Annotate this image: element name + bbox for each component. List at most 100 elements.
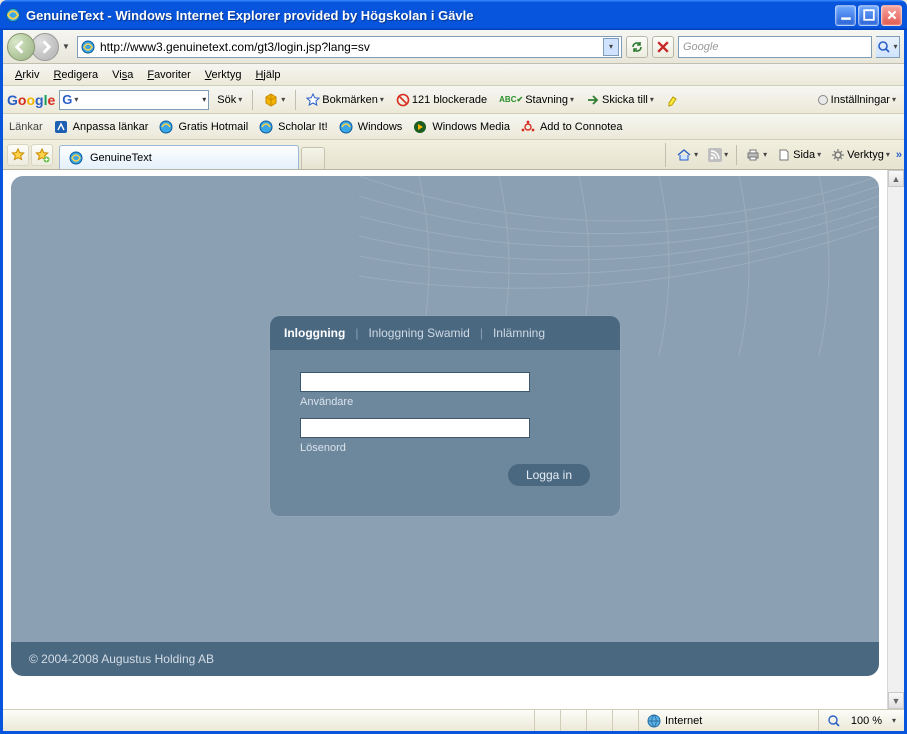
google-logo: Google bbox=[7, 92, 55, 108]
tab-bar: GenuineText ▾ ▾ ▾ Sida▾ Verktyg▾ » bbox=[3, 140, 904, 170]
login-button[interactable]: Logga in bbox=[508, 464, 590, 486]
status-message bbox=[3, 710, 534, 731]
page-menu-button[interactable]: Sida▾ bbox=[773, 144, 825, 166]
circle-icon bbox=[817, 94, 829, 106]
login-tab-inlamning[interactable]: Inlämning bbox=[493, 326, 545, 340]
rss-icon bbox=[708, 148, 722, 162]
menu-verktyg[interactable]: Verktyg bbox=[199, 67, 248, 83]
globe-icon bbox=[647, 714, 661, 728]
browser-tab[interactable]: GenuineText bbox=[59, 145, 299, 169]
favicon-icon bbox=[53, 119, 69, 135]
address-bar[interactable]: ▾ bbox=[77, 36, 622, 58]
login-tab-inloggning[interactable]: Inloggning bbox=[284, 326, 345, 340]
zoom-icon bbox=[827, 714, 841, 728]
address-dropdown[interactable]: ▾ bbox=[603, 38, 619, 56]
back-button[interactable] bbox=[7, 33, 35, 61]
gear-icon bbox=[831, 148, 845, 162]
printer-icon bbox=[745, 147, 761, 163]
google-popup-blocker-button[interactable]: 121 blockerade bbox=[392, 89, 491, 111]
menu-redigera[interactable]: Redigera bbox=[47, 67, 104, 83]
title-bar: GenuineText - Windows Internet Explorer … bbox=[0, 0, 907, 30]
maximize-button[interactable] bbox=[858, 5, 879, 26]
scroll-up-button[interactable]: ▲ bbox=[888, 170, 904, 187]
ie-favicon-icon bbox=[68, 150, 84, 166]
login-panel: Inloggning | Inloggning Swamid | Inlämni… bbox=[270, 316, 620, 516]
add-favorite-button[interactable] bbox=[31, 144, 53, 166]
security-zone[interactable]: Internet bbox=[638, 710, 818, 731]
menu-arkiv[interactable]: Arkiv bbox=[9, 67, 45, 83]
stop-button[interactable] bbox=[652, 36, 674, 58]
tools-menu-button[interactable]: Verktyg▾ bbox=[827, 144, 894, 166]
link-add-to-connotea[interactable]: Add to Connotea bbox=[520, 119, 623, 135]
ie-favicon-icon bbox=[258, 119, 274, 135]
print-button[interactable]: ▾ bbox=[741, 144, 771, 166]
link-gratis-hotmail[interactable]: Gratis Hotmail bbox=[158, 119, 248, 135]
page-footer: © 2004-2008 Augustus Holding AB bbox=[11, 642, 879, 676]
star-icon bbox=[10, 147, 26, 163]
menu-hjalp[interactable]: Hjälp bbox=[249, 67, 286, 83]
status-slot-3 bbox=[586, 710, 612, 731]
login-tab-swamid[interactable]: Inloggning Swamid bbox=[368, 326, 469, 340]
copyright-text: © 2004-2008 Augustus Holding AB bbox=[29, 652, 214, 666]
recent-pages-dropdown[interactable]: ▼ bbox=[59, 42, 73, 51]
home-button[interactable]: ▾ bbox=[672, 144, 702, 166]
password-label: Lösenord bbox=[300, 442, 590, 454]
send-arrow-icon bbox=[586, 93, 600, 107]
home-icon bbox=[676, 147, 692, 163]
status-bar: Internet 100 % ▾ bbox=[3, 709, 904, 731]
links-bar: Länkar Anpassa länkar Gratis Hotmail Sch… bbox=[3, 114, 904, 140]
google-highlight-button[interactable] bbox=[662, 89, 684, 111]
google-news-button[interactable]: ▾ bbox=[259, 89, 289, 111]
browser-search-input[interactable]: Google bbox=[678, 36, 872, 58]
blocked-icon bbox=[396, 93, 410, 107]
favorites-center-button[interactable] bbox=[7, 144, 29, 166]
google-search-button[interactable]: Sök▾ bbox=[213, 89, 246, 111]
zoom-dropdown[interactable]: ▾ bbox=[892, 716, 896, 725]
link-scholar-it[interactable]: Scholar It! bbox=[258, 119, 328, 135]
menu-favoriter[interactable]: Favoriter bbox=[141, 67, 196, 83]
password-input[interactable] bbox=[300, 418, 530, 438]
new-tab-button[interactable] bbox=[301, 147, 325, 169]
minimize-button[interactable] bbox=[835, 5, 856, 26]
status-slot-2 bbox=[560, 710, 586, 731]
google-g-icon: G bbox=[62, 92, 72, 107]
ie-favicon-icon bbox=[158, 119, 174, 135]
google-toolbar-search[interactable]: G ▾ ▾ bbox=[59, 90, 209, 110]
feeds-button[interactable]: ▾ bbox=[704, 144, 732, 166]
toolbar-overflow-button[interactable]: » bbox=[896, 149, 900, 161]
link-anpassa-lankar[interactable]: Anpassa länkar bbox=[53, 119, 149, 135]
page-icon bbox=[80, 39, 96, 55]
google-spellcheck-button[interactable]: ABC✔Stavning▾ bbox=[495, 89, 578, 111]
tab-title: GenuineText bbox=[90, 152, 152, 164]
search-go-button[interactable]: ▾ bbox=[876, 36, 900, 58]
refresh-button[interactable] bbox=[626, 36, 648, 58]
google-bookmarks-button[interactable]: Bokmärken▾ bbox=[302, 89, 388, 111]
highlighter-icon bbox=[666, 93, 680, 107]
abc-check-icon: ABC✔ bbox=[499, 95, 523, 104]
page-body: Inloggning | Inloggning Swamid | Inlämni… bbox=[11, 176, 879, 676]
page-icon bbox=[777, 148, 791, 162]
scroll-down-button[interactable]: ▼ bbox=[888, 692, 904, 709]
username-input[interactable] bbox=[300, 372, 530, 392]
star-plus-icon bbox=[34, 147, 50, 163]
ie-favicon-icon bbox=[338, 119, 354, 135]
connotea-favicon-icon bbox=[520, 119, 536, 135]
google-settings-button[interactable]: Inställningar▾ bbox=[813, 89, 900, 111]
google-toolbar: Google G ▾ ▾ Sök▾ ▾ Bokmärken▾ 121 block… bbox=[3, 86, 904, 114]
link-windows[interactable]: Windows bbox=[338, 119, 403, 135]
forward-button[interactable] bbox=[31, 33, 59, 61]
ie-icon bbox=[5, 7, 21, 23]
url-input[interactable] bbox=[100, 38, 599, 56]
zoom-control[interactable]: 100 % ▾ bbox=[818, 710, 904, 731]
navigation-bar: ▼ ▾ Google ▾ bbox=[3, 30, 904, 64]
status-slot-4 bbox=[612, 710, 638, 731]
menu-bar: Arkiv Redigera Visa Favoriter Verktyg Hj… bbox=[3, 64, 904, 86]
close-button[interactable] bbox=[881, 5, 902, 26]
username-label: Användare bbox=[300, 396, 590, 408]
wmp-favicon-icon bbox=[412, 119, 428, 135]
link-windows-media[interactable]: Windows Media bbox=[412, 119, 510, 135]
vertical-scrollbar[interactable]: ▲ ▼ bbox=[887, 170, 904, 709]
window-title: GenuineText - Windows Internet Explorer … bbox=[26, 8, 835, 23]
menu-visa[interactable]: Visa bbox=[106, 67, 139, 83]
google-send-to-button[interactable]: Skicka till▾ bbox=[582, 89, 658, 111]
